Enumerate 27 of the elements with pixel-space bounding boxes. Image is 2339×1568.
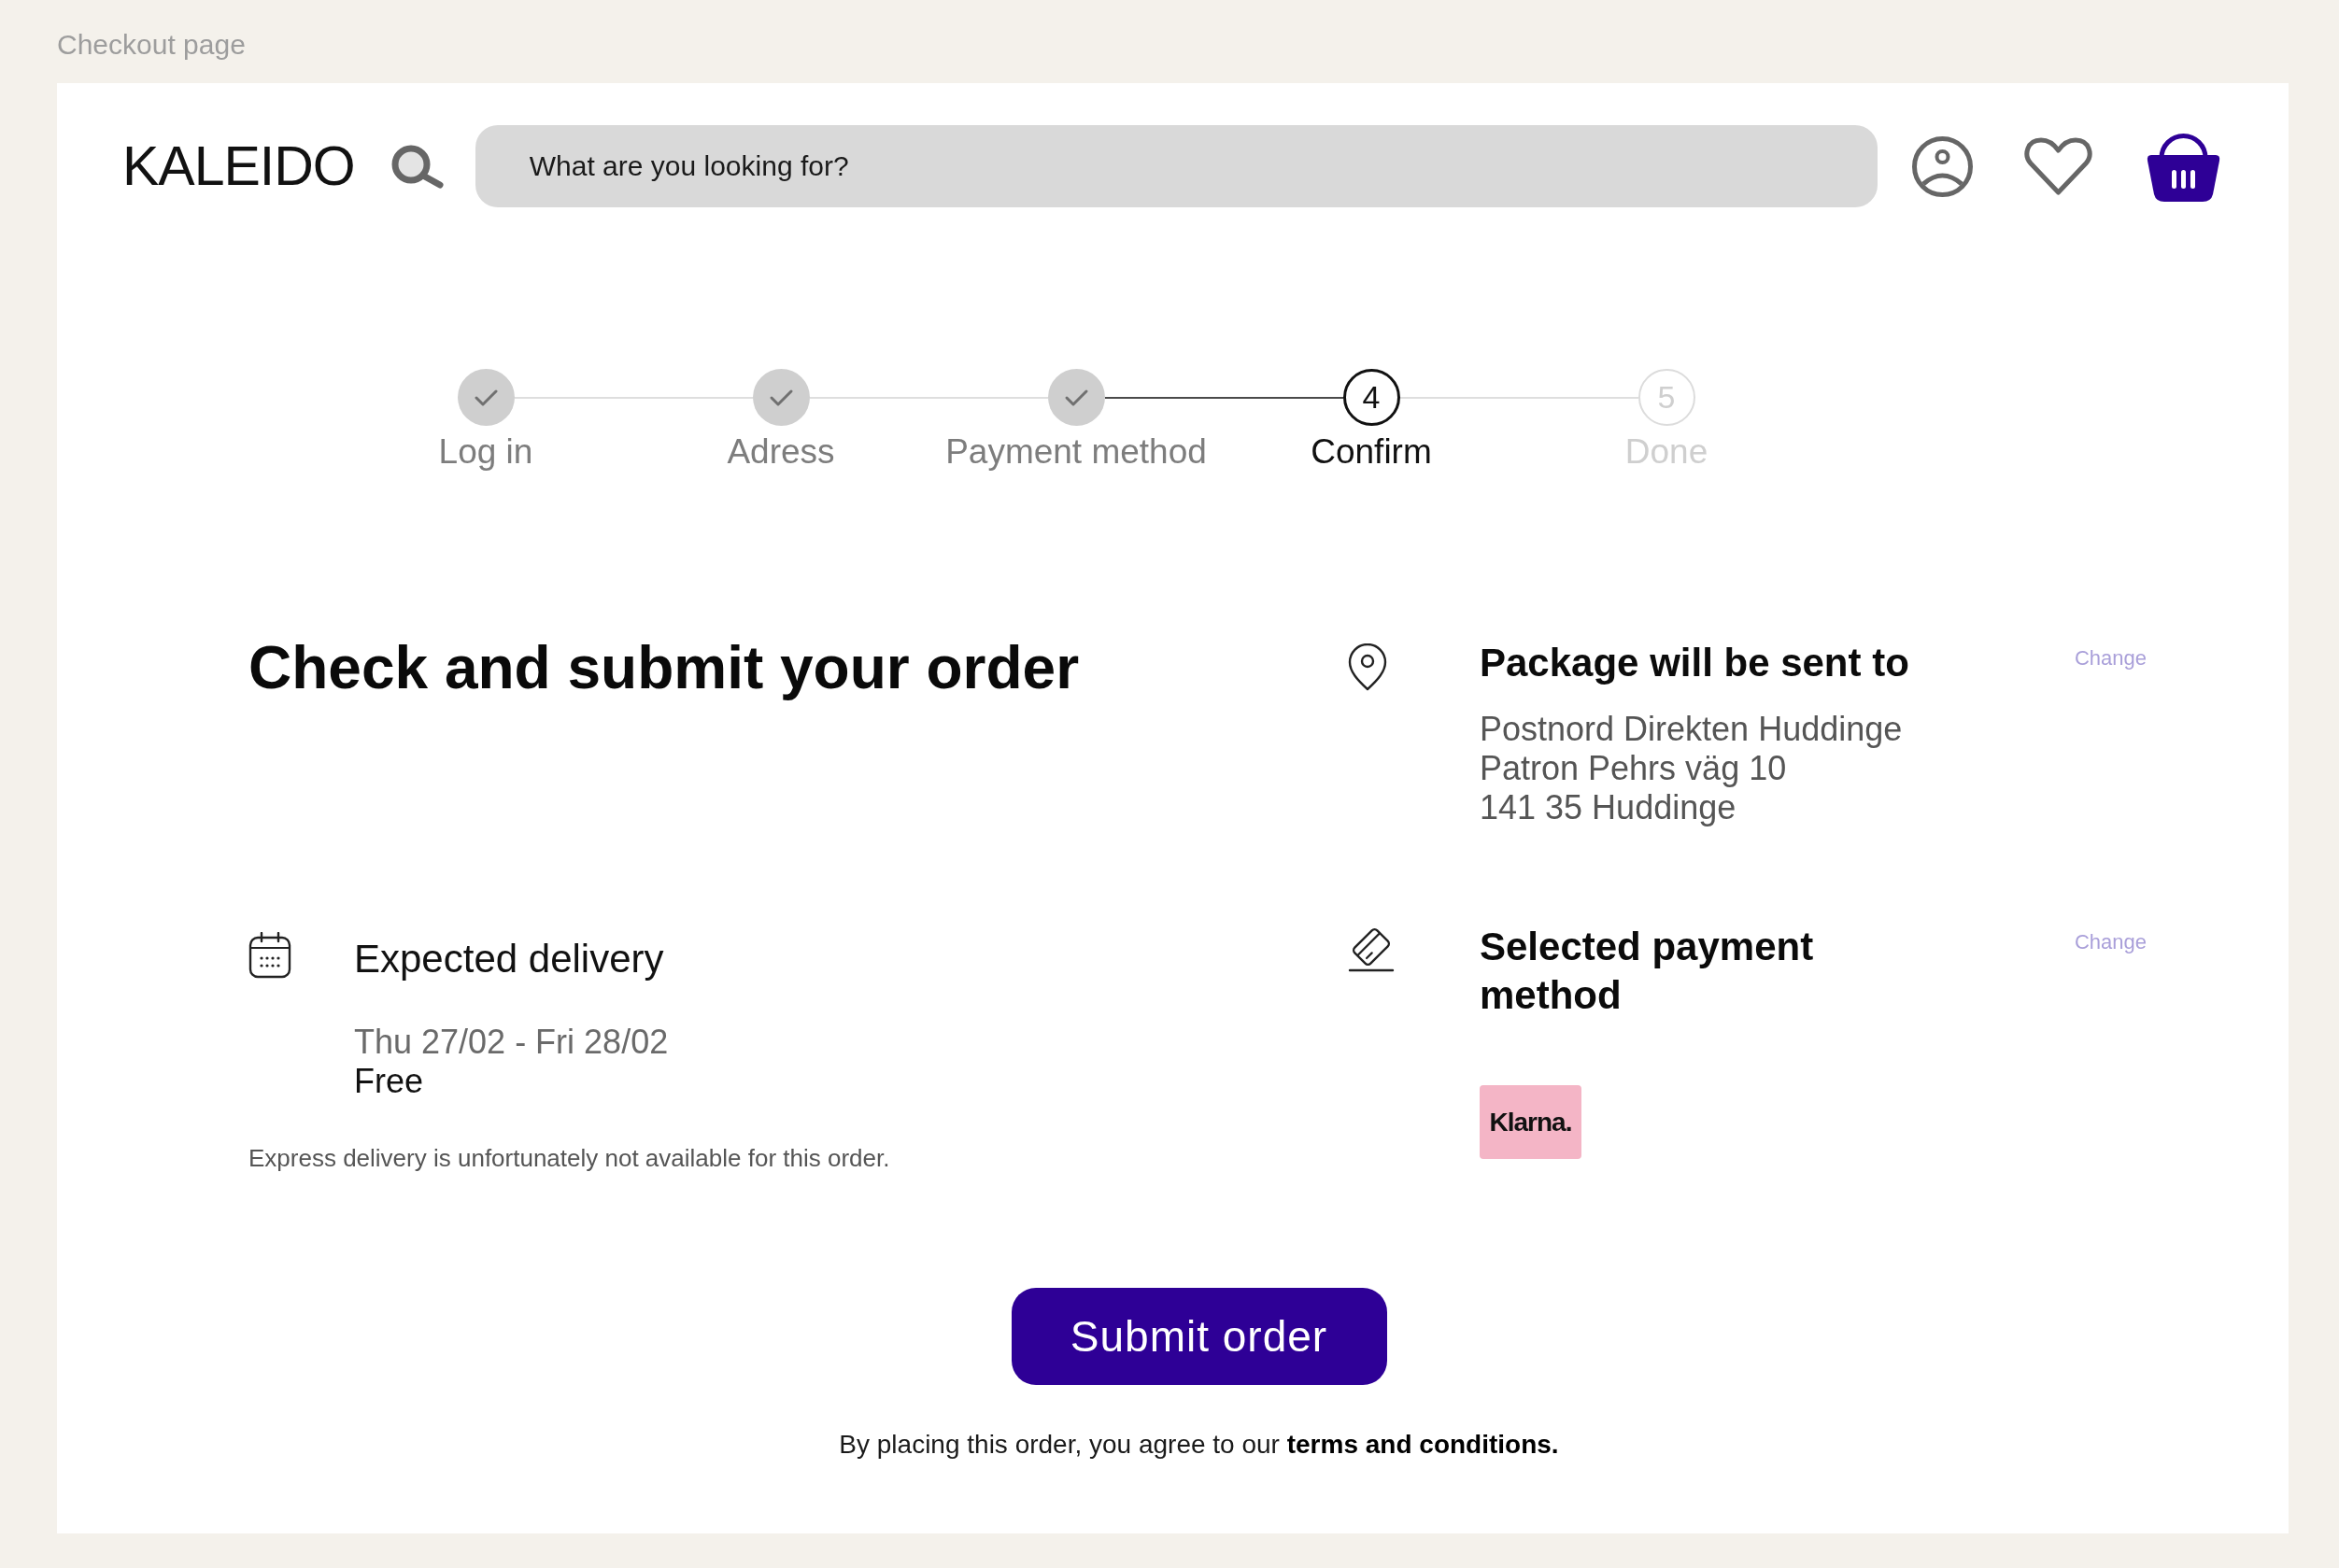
calendar-icon — [248, 932, 291, 979]
submit-order-button[interactable]: Submit order — [1011, 1288, 1387, 1385]
section-title: Expected delivery — [354, 936, 664, 982]
payment-method-logo: Klarna. — [1480, 1085, 1581, 1159]
step-label: Adress — [727, 431, 835, 473]
delivery-note: Express delivery is unfortunately not available for this order. — [248, 1144, 890, 1172]
step-label: Payment method — [945, 431, 1207, 473]
delivery-dates: Thu 27/02 - Fri 28/02 — [354, 1023, 669, 1062]
address-line: 141 35 Huddinge — [1480, 788, 1737, 827]
search-icon[interactable] — [390, 144, 445, 189]
delivery-price: Free — [354, 1062, 424, 1101]
logo[interactable]: KALEIDO — [122, 138, 355, 194]
step-number: 4 — [1342, 369, 1400, 426]
page-heading: Check and submit your order — [248, 633, 1080, 703]
account-icon[interactable] — [1910, 134, 1974, 198]
address-line: Postnord Direkten Huddinge — [1480, 710, 1903, 749]
page-caption: Checkout page — [57, 28, 246, 62]
card-icon — [1347, 926, 1396, 973]
step-label: Confirm — [1311, 431, 1432, 473]
search-field[interactable]: What are you looking for? — [475, 125, 1878, 207]
location-pin-icon — [1347, 643, 1388, 691]
terms-text: By placing this order, you agree to our terms and conditions. — [839, 1430, 1559, 1460]
section-title: Selected payment method — [1480, 924, 1815, 1019]
section-title: Package will be sent to — [1480, 640, 1909, 686]
step-label: Log in — [438, 431, 533, 473]
address-line: Patron Pehrs väg 10 — [1480, 749, 1787, 788]
heart-icon[interactable] — [2021, 135, 2094, 197]
